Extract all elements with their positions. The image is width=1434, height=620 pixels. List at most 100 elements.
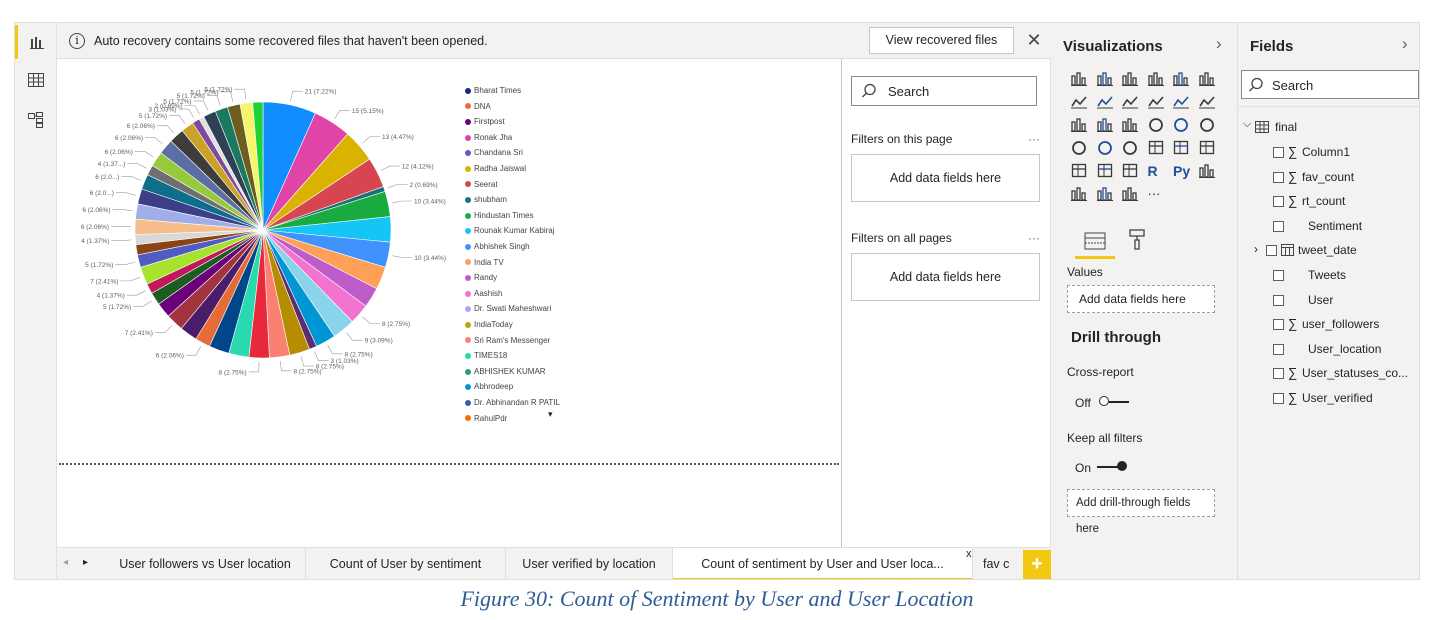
qa-icon[interactable] <box>1096 186 1115 202</box>
slicer-icon[interactable] <box>1071 163 1089 179</box>
chevron-right-icon[interactable]: › <box>1254 242 1258 256</box>
prev-page-icon[interactable]: ◂ <box>63 557 68 568</box>
field-checkbox[interactable] <box>1266 245 1277 257</box>
filters-on-page-well[interactable]: Add data fields here <box>851 154 1040 202</box>
page-tab[interactable]: User followers vs User location <box>105 548 306 579</box>
funnel-chart-icon[interactable] <box>1096 117 1115 133</box>
close-tab-icon[interactable]: x <box>966 548 972 560</box>
field-checkbox[interactable] <box>1273 270 1284 281</box>
pie-chart[interactable]: 21 (7.22%) 15 (5.15%) 13 (4.47%) 12 (4.12%)… <box>57 59 837 459</box>
field-checkbox[interactable] <box>1273 294 1284 306</box>
legend-label: ABHISHEK KUMAR <box>474 366 546 376</box>
legend-item[interactable]: Randy <box>465 273 497 282</box>
100-column-chart-icon[interactable] <box>1198 71 1217 87</box>
kpi-icon[interactable] <box>1199 140 1217 156</box>
legend-item[interactable]: Dr. Abhinandan R PATIL <box>465 398 560 407</box>
add-page-button[interactable]: + <box>1023 550 1051 579</box>
report-canvas[interactable]: 21 (7.22%) 15 (5.15%) 13 (4.47%) 12 (4.12%)… <box>57 59 841 547</box>
map-icon[interactable] <box>1071 140 1089 156</box>
table-icon[interactable] <box>1097 163 1115 179</box>
stacked-area-chart-icon[interactable] <box>1122 94 1140 110</box>
area-chart-icon[interactable] <box>1096 94 1115 110</box>
drill-through-well[interactable]: Add drill-through fields here <box>1067 489 1215 535</box>
filters-all-pages-well[interactable]: Add data fields here <box>851 253 1040 301</box>
line-column-chart-icon[interactable] <box>1147 94 1166 110</box>
legend-item[interactable]: Rounak Kumar Kabiraj <box>465 226 554 235</box>
next-page-icon[interactable]: ▸ <box>83 557 88 568</box>
close-icon[interactable]: ✕ <box>1023 29 1045 51</box>
data-view-icon[interactable] <box>15 63 57 97</box>
legend-item[interactable]: India TV <box>465 258 504 267</box>
data-label: 4 (1.37%) <box>81 238 109 245</box>
card-icon[interactable] <box>1148 140 1166 156</box>
field-checkbox[interactable] <box>1273 368 1284 380</box>
values-well[interactable]: Add data fields here <box>1067 285 1215 313</box>
decomposition-tree-icon[interactable] <box>1071 186 1089 202</box>
field-checkbox[interactable] <box>1273 343 1284 355</box>
legend-item[interactable]: Firstpost <box>465 117 505 126</box>
legend-item[interactable]: Abhishek Singh <box>465 242 530 251</box>
clustered-column-chart-icon[interactable] <box>1147 71 1166 87</box>
matrix-icon[interactable] <box>1122 163 1140 179</box>
legend-more-arrow[interactable]: ▾ <box>548 409 553 420</box>
more-options-icon[interactable]: ··· <box>1028 231 1040 245</box>
legend-item[interactable]: Hindustan Times <box>465 211 534 220</box>
fields-search-input[interactable]: Search <box>1241 70 1419 99</box>
page-tab[interactable]: Count of User by sentiment <box>306 548 506 579</box>
legend-item[interactable]: Bharat Times <box>465 86 521 95</box>
page-tab[interactable]: User verified by location <box>506 548 673 579</box>
multi-row-card-icon[interactable] <box>1173 140 1191 156</box>
filled-map-icon[interactable] <box>1097 140 1115 156</box>
field-checkbox[interactable] <box>1273 147 1284 158</box>
field-checkbox[interactable] <box>1273 171 1284 183</box>
legend-item[interactable]: TIMES18 <box>465 351 507 360</box>
smart-narrative-icon[interactable] <box>1122 186 1140 202</box>
pie-chart-icon[interactable] <box>1148 117 1166 133</box>
line-clustered-column-icon[interactable] <box>1173 94 1191 110</box>
legend-item[interactable]: Seerat <box>465 180 498 189</box>
legend-item[interactable]: Ronak Jha <box>465 133 512 142</box>
legend-item[interactable]: Abhrodeep <box>465 382 513 391</box>
more-visuals-icon[interactable]: ··· <box>1148 186 1166 202</box>
page-tab[interactable]: Count of sentiment by User and User loca… <box>673 548 973 579</box>
donut-chart-icon[interactable] <box>1173 117 1191 133</box>
more-options-icon[interactable]: ··· <box>1028 132 1040 146</box>
100-bar-chart-icon[interactable] <box>1173 71 1191 87</box>
legend-item[interactable]: RahulPdr <box>465 414 507 423</box>
chevron-right-icon[interactable]: › <box>1402 34 1408 54</box>
report-view-icon[interactable] <box>15 25 57 59</box>
treemap-icon[interactable] <box>1199 117 1217 133</box>
legend-item[interactable]: Chandana Sri <box>465 148 523 157</box>
stacked-bar-chart-icon[interactable] <box>1071 71 1089 87</box>
stacked-column-chart-icon[interactable] <box>1096 71 1115 87</box>
gauge-icon[interactable] <box>1122 140 1140 156</box>
line-chart-icon[interactable] <box>1071 94 1089 110</box>
model-view-icon[interactable] <box>15 103 57 137</box>
scatter-chart-icon[interactable] <box>1122 117 1140 133</box>
legend-label: RahulPdr <box>474 413 508 423</box>
legend-item[interactable]: IndiaToday <box>465 320 513 329</box>
field-checkbox[interactable] <box>1273 220 1284 232</box>
legend-item[interactable]: ABHISHEK KUMAR <box>465 367 546 376</box>
filters-search-input[interactable]: Search <box>851 76 1037 106</box>
legend-item[interactable]: Sri Ram's Messenger <box>465 336 550 345</box>
field-checkbox[interactable] <box>1273 196 1284 208</box>
field-checkbox[interactable] <box>1273 393 1284 404</box>
legend-item[interactable]: Dr. Swati Maheshwari <box>465 304 551 313</box>
ribbon-chart-icon[interactable] <box>1198 94 1217 110</box>
legend-item[interactable]: shubham <box>465 195 507 204</box>
chevron-right-icon[interactable]: › <box>1216 34 1222 54</box>
page-tab[interactable]: fav c <box>973 548 1023 579</box>
fields-tab-icon[interactable] <box>1075 229 1115 259</box>
legend-item[interactable]: Aashish <box>465 289 502 298</box>
python-visual-icon[interactable]: Py <box>1173 163 1191 179</box>
waterfall-chart-icon[interactable] <box>1071 117 1089 133</box>
r-visual-icon[interactable]: R <box>1148 163 1166 179</box>
legend-item[interactable]: DNA <box>465 102 491 111</box>
key-influencers-icon[interactable] <box>1198 163 1217 179</box>
clustered-bar-chart-icon[interactable] <box>1122 71 1140 87</box>
format-paint-icon[interactable] <box>1129 229 1153 253</box>
view-recovered-files-button[interactable]: View recovered files <box>869 27 1014 54</box>
field-checkbox[interactable] <box>1273 319 1284 331</box>
legend-item[interactable]: Radha Jaiswal <box>465 164 526 173</box>
